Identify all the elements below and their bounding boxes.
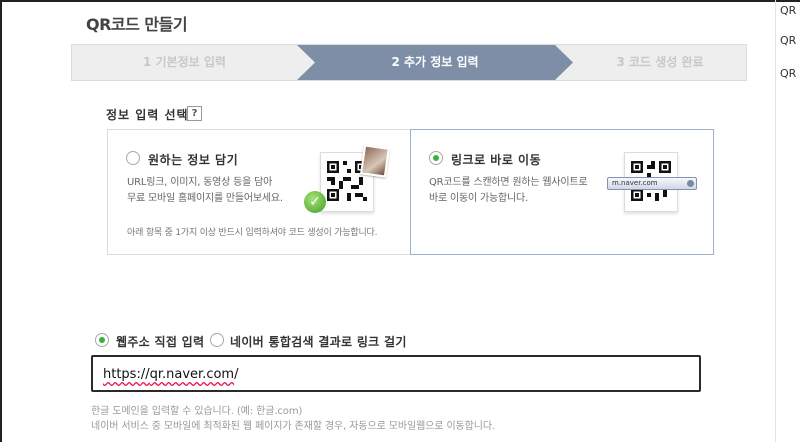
option-info-card[interactable]: 원하는 정보 담기 URL링크, 이미지, 동영상 등을 담아 무료 모바일 홈…	[107, 129, 411, 255]
option-info-note: 아래 항목 중 1가지 이상 반드시 입력하셔야 코드 생성이 가능합니다.	[127, 228, 378, 238]
check-icon: ✓	[304, 191, 326, 213]
url-value-suffix: /	[234, 367, 239, 382]
page-title: QR코드 만들기	[86, 15, 188, 34]
step-progress-bar: 1 기본정보 입력 2 추가 정보 입력 3 코드 생성 완료	[71, 44, 747, 81]
step-1: 1 기본정보 입력	[72, 45, 297, 80]
option-link-desc-2: 바로 이동이 가능합니다.	[429, 193, 528, 204]
url-search-label[interactable]: 네이버 통합검색 결과로 링크 걸기	[230, 333, 407, 350]
sidebar-item[interactable]: QR	[780, 34, 796, 47]
option-link-radio[interactable]	[429, 151, 443, 165]
option-info-title: 원하는 정보 담기	[148, 153, 239, 167]
step-1-label: 1 기본정보 입력	[143, 55, 226, 69]
section-title: 정보 입력 선택	[106, 108, 189, 122]
browser-address-bar-illustration: m.naver.com	[607, 177, 697, 190]
url-direct-label[interactable]: 웹주소 직접 입력	[116, 333, 204, 350]
hint-line-2: 네이버 서비스 중 모바일에 최적화된 웹 페이지가 존재할 경우, 자동으로 …	[91, 421, 496, 432]
url-input[interactable]: https://qr.naver.com/	[91, 355, 701, 392]
photo-thumbnail	[360, 144, 390, 178]
option-info-desc-2: 무료 모바일 홈페이지를 만들어보세요.	[127, 193, 283, 204]
step-3: 3 코드 생성 완료	[573, 45, 747, 80]
option-link-title: 링크로 바로 이동	[451, 153, 542, 167]
help-icon[interactable]: ?	[187, 106, 202, 121]
sidebar-item[interactable]: QR	[780, 4, 796, 17]
address-bar-text: m.naver.com	[612, 179, 658, 187]
url-direct-radio[interactable]	[95, 333, 109, 347]
url-input-value[interactable]: https://qr.naver.com/	[103, 367, 238, 382]
url-value-domain: qr.naver.com	[149, 367, 235, 382]
sidebar-divider	[775, 0, 776, 442]
go-icon	[687, 180, 694, 187]
option-link-card[interactable]: 링크로 바로 이동 QR코드를 스캔하면 원하는 웹사이트로 바로 이동이 가능…	[410, 129, 714, 255]
option-info-desc-1: URL링크, 이미지, 동영상 등을 담아	[127, 177, 273, 188]
option-info-radio[interactable]	[126, 151, 140, 165]
hint-line-1: 한글 도메인을 입력할 수 있습니다. (예: 한글.com)	[91, 406, 303, 417]
step-2-label: 2 추가 정보 입력	[391, 55, 479, 69]
url-value-prefix: https://	[103, 367, 150, 382]
sidebar-item[interactable]: QR	[780, 67, 796, 80]
option-link-desc-1: QR코드를 스캔하면 원하는 웹사이트로	[429, 177, 588, 188]
step-3-label: 3 코드 생성 완료	[616, 55, 704, 69]
step-2: 2 추가 정보 입력	[297, 45, 573, 80]
url-search-radio[interactable]	[210, 333, 224, 347]
